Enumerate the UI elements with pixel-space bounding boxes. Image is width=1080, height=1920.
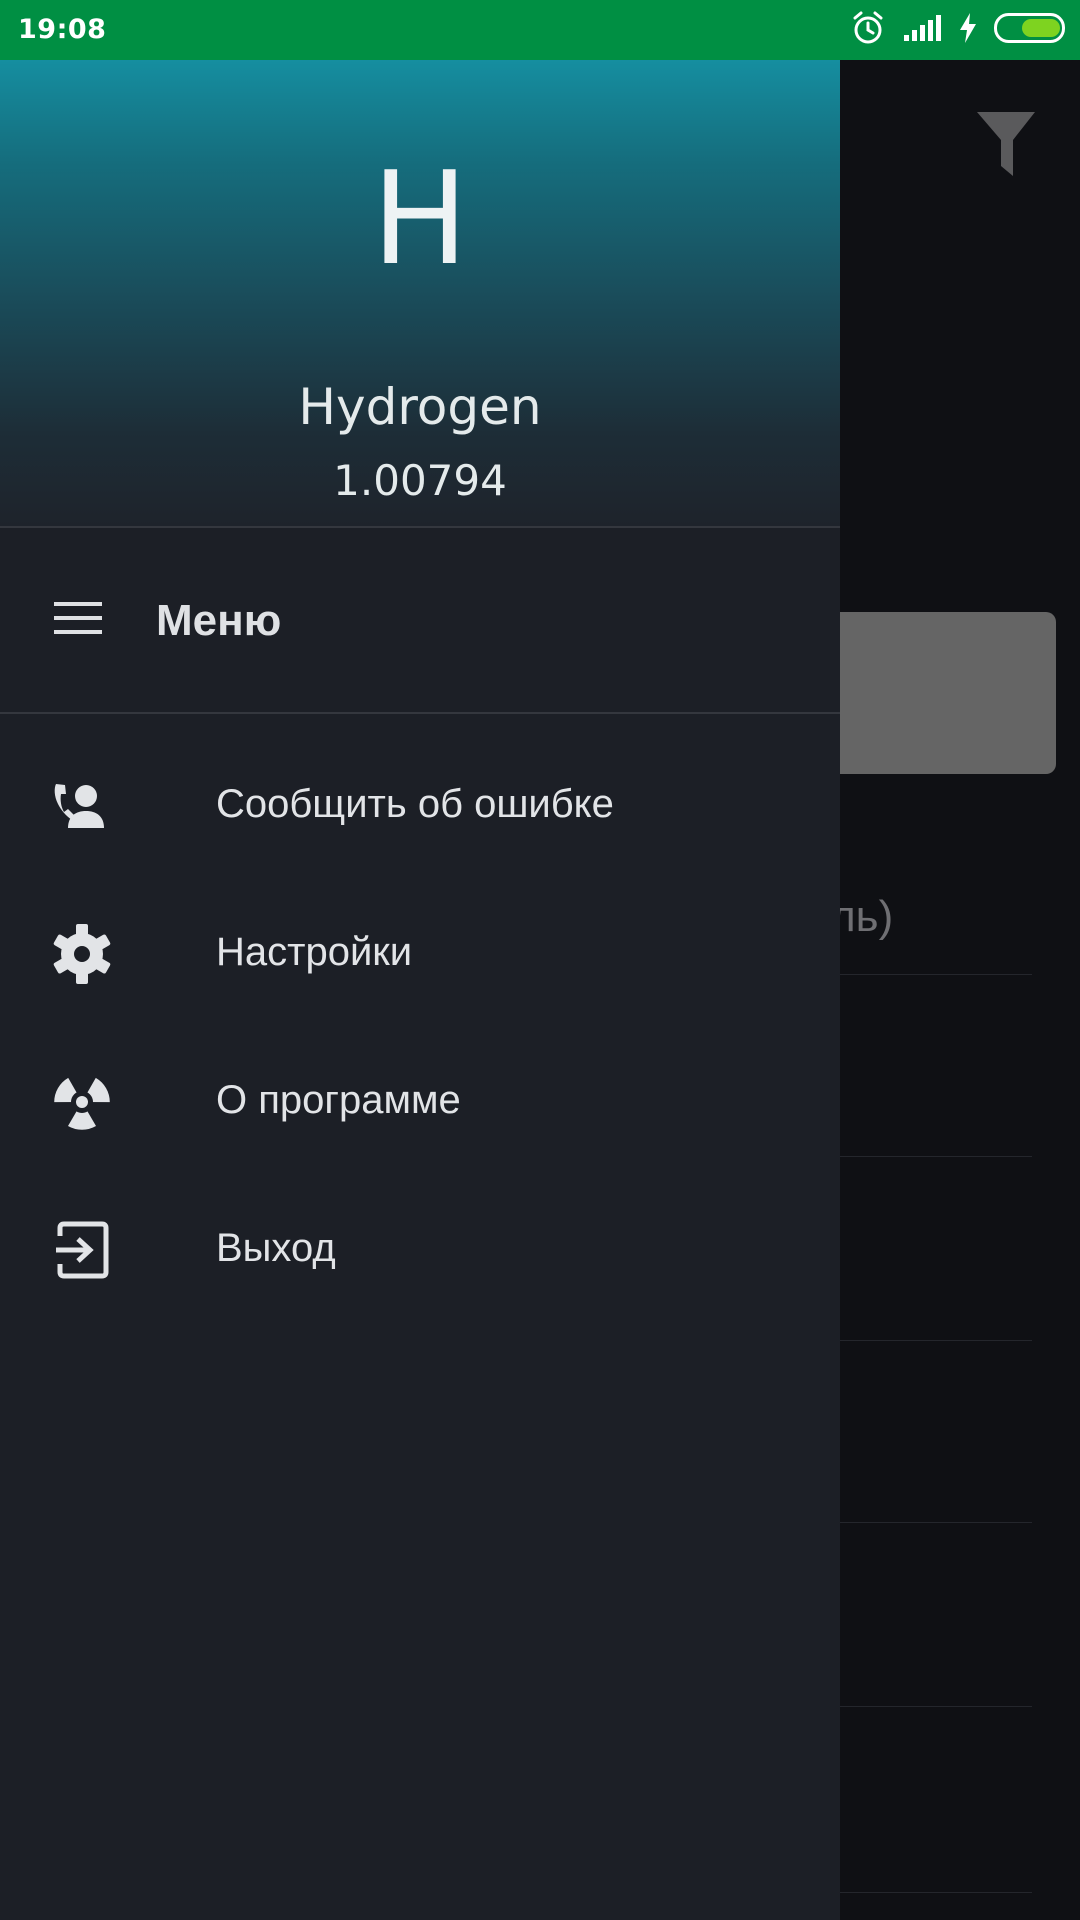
- menu-header: Меню: [0, 528, 840, 712]
- alarm-icon: [850, 10, 886, 50]
- exit-icon: [50, 1220, 114, 1280]
- menu-item-report-error[interactable]: Сообщить об ошибке: [0, 732, 840, 880]
- contact-phone-icon: [50, 776, 114, 836]
- filter-icon[interactable]: [975, 110, 1037, 180]
- menu-title: Меню: [156, 596, 282, 645]
- menu-item-label: Сообщить об ошибке: [216, 782, 614, 826]
- menu-item-settings[interactable]: Настройки: [0, 880, 840, 1028]
- background-divider: [840, 1522, 1032, 1523]
- background-divider: [840, 1340, 1032, 1341]
- element-symbol: H: [371, 145, 469, 294]
- hamburger-icon: [54, 600, 102, 636]
- drawer-header: H Hydrogen 1.00794: [0, 60, 840, 526]
- background-divider: [840, 1892, 1032, 1893]
- gear-icon: [50, 924, 114, 984]
- background-card[interactable]: [820, 612, 1056, 774]
- signal-icon: [902, 13, 942, 47]
- divider: [0, 712, 840, 714]
- background-divider: [840, 1156, 1032, 1157]
- menu-item-label: Выход: [216, 1226, 336, 1270]
- menu-item-exit[interactable]: Выход: [0, 1176, 840, 1324]
- status-bar: 19:08: [0, 0, 1080, 60]
- background-divider: [840, 974, 1032, 975]
- battery-icon: [994, 13, 1066, 47]
- background-divider: [840, 1706, 1032, 1707]
- radiation-icon: [50, 1072, 114, 1132]
- menu-item-label: О программе: [216, 1078, 461, 1122]
- menu-item-label: Настройки: [216, 930, 413, 974]
- charging-icon: [958, 12, 978, 48]
- menu-item-about[interactable]: О программе: [0, 1028, 840, 1176]
- element-atomic-mass: 1.00794: [333, 456, 507, 505]
- element-name: Hydrogen: [298, 378, 542, 436]
- status-icons: [850, 10, 1066, 50]
- navigation-drawer: H Hydrogen 1.00794 Меню Сообщить об ошиб…: [0, 60, 840, 1920]
- status-time: 19:08: [18, 14, 107, 45]
